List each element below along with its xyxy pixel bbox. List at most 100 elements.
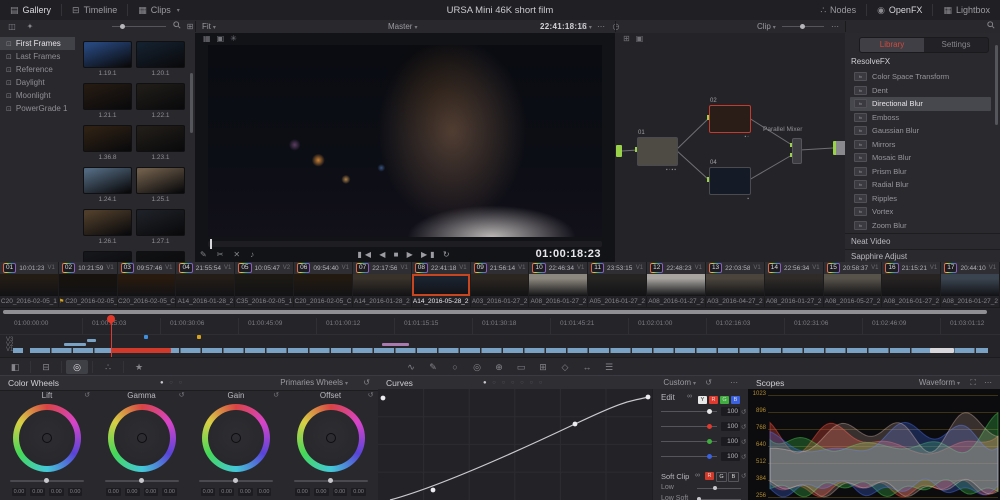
reset-icon[interactable]: ↺ [741, 408, 746, 416]
node-options-icon[interactable]: ⋯ [828, 20, 842, 33]
timeline-clip[interactable]: 0510:05:47:02V2 C35_2016-02-05_1 [235, 262, 295, 307]
options-dots-icon[interactable]: ⋯ [984, 376, 992, 390]
album-item[interactable]: ⊡ Moonlight [0, 89, 75, 102]
split-icon[interactable]: ✂ [217, 250, 224, 259]
nodes-button[interactable]: ∴ Nodes [810, 0, 866, 20]
wheel-crosshair[interactable] [325, 433, 336, 443]
gallery-still[interactable] [81, 251, 134, 262]
gallery-still[interactable]: 1.36.8 [81, 125, 134, 167]
channel-slider[interactable] [661, 439, 717, 444]
master-wheel-slider[interactable] [293, 478, 368, 483]
gallery-still[interactable]: 1.20.1 [134, 41, 187, 83]
slider-knob[interactable] [44, 478, 49, 483]
reset-icon[interactable]: ↺ [741, 438, 746, 446]
album-item[interactable]: ⊡ Daylight [0, 76, 75, 89]
color-wheels-icon[interactable]: ◎ [66, 360, 88, 374]
expand-icon[interactable]: ⛶ [970, 376, 976, 390]
clip-thumbnail[interactable] [882, 274, 941, 296]
fx-item[interactable]: fx Zoom Blur [850, 219, 991, 233]
fx-search-icon[interactable] [984, 20, 998, 33]
fx-item[interactable]: fx Ripples [850, 192, 991, 206]
v1-clip-bar[interactable] [30, 348, 988, 353]
timeline-clip[interactable]: 0722:17:56:06V1 A14_2016-01-28_2 [352, 262, 412, 307]
timeline-clip[interactable]: 1123:53:15:03V1 A05_2016-01-27_2 [588, 262, 648, 307]
channel-g-button[interactable]: G [720, 396, 729, 404]
clip-thumbnail[interactable] [235, 274, 294, 296]
slider-knob[interactable] [707, 454, 713, 459]
timeline-clip[interactable]: 0822:41:18:16V1 A14_2016-05-28_2 [411, 262, 471, 307]
node-zoom-slider[interactable] [782, 24, 824, 29]
master-wheel-slider[interactable] [199, 478, 273, 483]
slider-knob[interactable] [707, 439, 713, 444]
timeline-clip[interactable]: 0609:54:40:08V1 C20_2016-02-05_C [294, 262, 353, 307]
reset-icon[interactable]: ↺ [741, 423, 746, 431]
reset-icon[interactable]: ↺ [273, 390, 279, 402]
v2-clip-segment[interactable] [382, 343, 409, 346]
master-wheel-slider[interactable] [10, 478, 84, 483]
tab-library[interactable]: Library [860, 38, 924, 52]
gallery-search-icon[interactable] [170, 20, 184, 33]
viewer-image-icon[interactable]: ▣ [217, 34, 225, 43]
reset-icon[interactable]: ↺ [705, 376, 712, 390]
clip-thumbnail[interactable] [529, 274, 588, 296]
timeline-clip[interactable]: 0421:55:54:11V1 A14_2016-01-28_2 [176, 262, 236, 307]
gallery-still[interactable]: 1.26.1 [81, 209, 134, 251]
motion-effects-icon[interactable]: ★ [128, 362, 150, 373]
annotate-icon[interactable]: ✎ [200, 250, 207, 259]
still-thumbnail[interactable] [136, 209, 185, 236]
gallery-still[interactable]: 1.27.1 [134, 209, 187, 251]
reset-icon[interactable]: ↺ [741, 472, 746, 480]
softclip-r-button[interactable]: R [705, 472, 714, 480]
mute-icon[interactable]: ♪ [250, 250, 254, 259]
timeline-button[interactable]: ⊟ Timeline [62, 0, 127, 20]
window-icon[interactable]: ○ [444, 362, 466, 372]
gallery-still[interactable]: 1.19.1 [81, 41, 134, 83]
fx-item[interactable]: fx Mirrors [850, 138, 991, 152]
clip-thumbnail[interactable] [823, 274, 882, 296]
marker-yellow[interactable] [197, 335, 201, 339]
fx-item[interactable]: fx Radial Blur [850, 178, 991, 192]
color-match-icon[interactable]: ⊟ [35, 362, 57, 373]
v1-clip-bar[interactable] [13, 348, 23, 353]
video-frame[interactable] [208, 45, 602, 237]
curve-graph[interactable] [378, 389, 652, 500]
fx-group-neat-video[interactable]: Neat Video [851, 237, 890, 246]
wheel-crosshair[interactable] [42, 433, 52, 443]
timeline-clip[interactable]: 1720:44:10:09V1 A08_2016-01-27_2 [941, 262, 1000, 307]
fx-item[interactable]: fx Vortex [850, 205, 991, 219]
clock-icon[interactable]: ◷ [610, 20, 622, 33]
timeline-clip[interactable]: 0309:57:46:22V1 C20_2016-02-05_C [117, 262, 177, 307]
curve-control-point[interactable] [645, 394, 651, 400]
slider-knob[interactable] [327, 478, 333, 483]
fx-item[interactable]: fx Prism Blur [850, 165, 991, 179]
clip-thumbnail[interactable] [58, 274, 117, 296]
sizing-icon[interactable]: ⊞ [532, 362, 554, 373]
fx-item[interactable]: fx Emboss [850, 111, 991, 125]
album-item[interactable]: ⊡ First Frames [0, 37, 75, 50]
slider-knob[interactable] [707, 409, 713, 414]
viewer-zoom-select[interactable]: Fit ▾ [202, 20, 216, 33]
wheel-crosshair[interactable] [136, 433, 147, 443]
current-clip-segment[interactable] [111, 348, 171, 353]
corrector-node-04[interactable]: 04 ▪ [709, 160, 751, 202]
fx-item[interactable]: fx Mosaic Blur [850, 151, 991, 165]
expand-icon[interactable]: ⛶ [578, 20, 590, 33]
highlight-clip-segment[interactable] [930, 348, 954, 353]
album-item[interactable]: ⊡ PowerGrade 1 [0, 102, 75, 115]
master-wheel-slider[interactable] [104, 478, 179, 483]
qualifier-icon[interactable]: ✎ [422, 362, 444, 373]
page-dots[interactable]: ● ○ ○ ○ ○ ○ ○ [483, 376, 544, 390]
timeline-clip[interactable]: 0921:56:14:16V1 A03_2016-01-27_2 [470, 262, 530, 307]
still-thumbnail[interactable] [136, 41, 185, 68]
clip-thumbnail[interactable] [647, 274, 705, 296]
still-thumbnail[interactable] [83, 41, 132, 68]
timeline-clip[interactable]: 1520:58:37:18V1 A08_2016-05-27_2 [823, 262, 883, 307]
gallery-still[interactable]: 1.23.1 [134, 125, 187, 167]
openfx-button[interactable]: ◉ OpenFX [867, 0, 932, 20]
softclip-b-button[interactable]: B [728, 472, 739, 482]
fx-scrollbar[interactable] [995, 45, 998, 125]
gallery-still[interactable]: 1.25.1 [134, 167, 187, 209]
fx-item[interactable]: fx Color Space Transform [850, 70, 991, 84]
clip-thumbnail[interactable] [764, 274, 823, 296]
stills-scrollbar[interactable] [190, 73, 193, 133]
